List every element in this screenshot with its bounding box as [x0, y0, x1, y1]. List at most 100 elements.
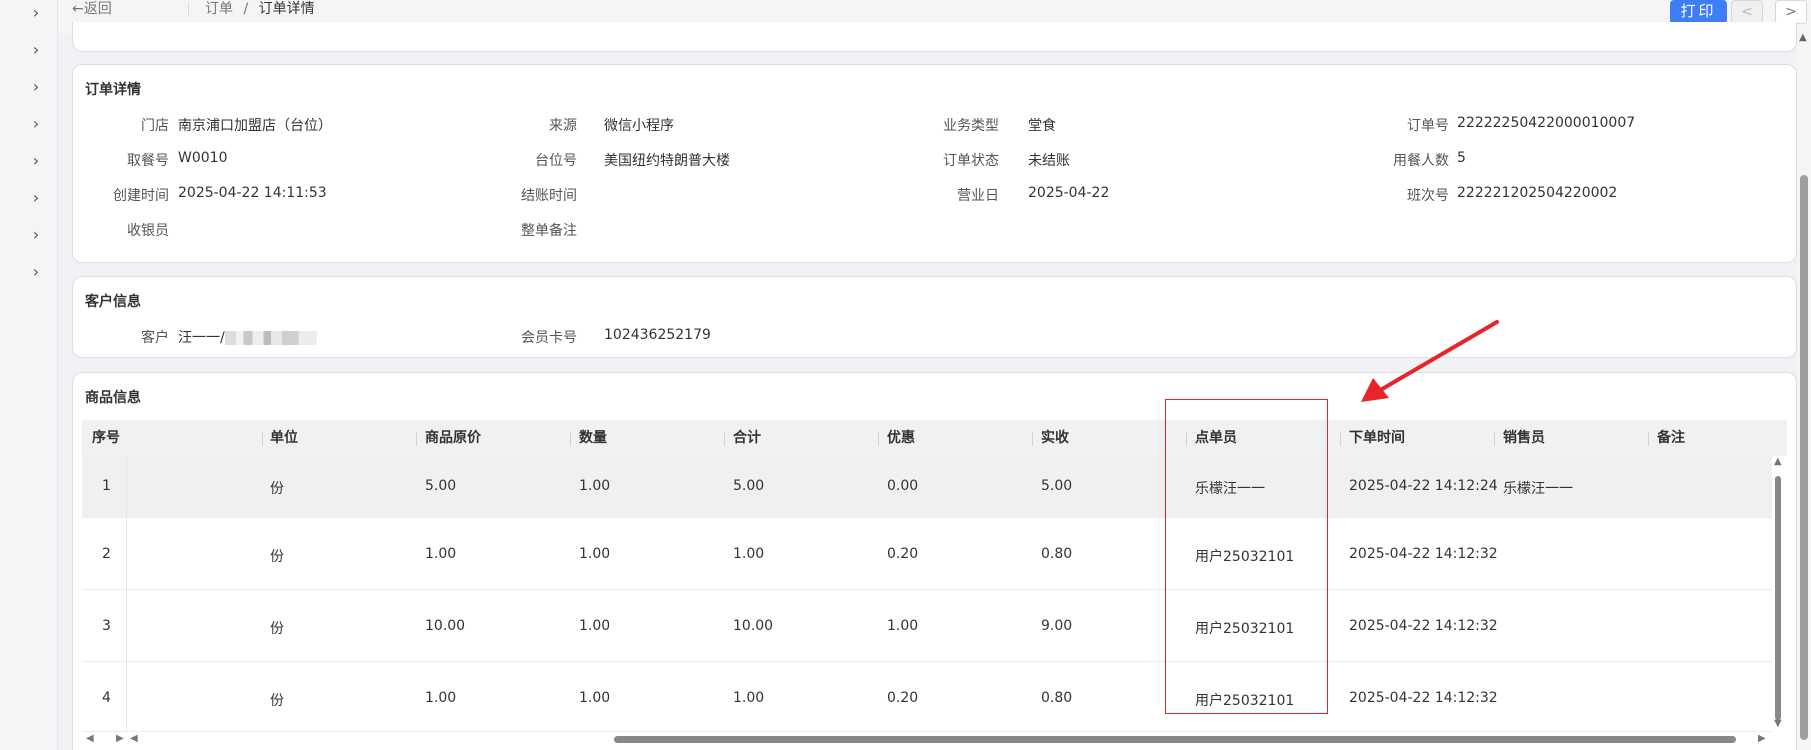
business-day-value: 2025-04-22 — [1028, 185, 1110, 201]
customer-title: 客户信息 — [85, 294, 141, 310]
chevron-right-icon[interactable]: › — [28, 5, 44, 21]
cell-total: 5.00 — [733, 478, 765, 494]
cell-index: 2 — [102, 546, 111, 562]
table-row[interactable]: 1 份 5.00 1.00 5.00 0.00 5.00 乐檬汪一一 2025-… — [82, 456, 1772, 518]
cell-seller: 乐檬汪一一 — [1503, 481, 1573, 497]
shift-value: 222221202504220002 — [1457, 185, 1618, 201]
business-type-value: 堂食 — [1028, 118, 1056, 134]
table-row[interactable]: 2 份 1.00 1.00 1.00 0.20 0.80 用户25032101 … — [82, 518, 1772, 590]
scroll-left-icon[interactable]: ◀ — [130, 733, 138, 744]
cell-time: 2025-04-22 14:12:24 — [1349, 478, 1498, 494]
cell-qty: 1.00 — [579, 618, 611, 634]
store-value: 南京浦口加盟店（台位） — [178, 118, 332, 134]
column-header[interactable]: 实收 — [1041, 420, 1069, 456]
scroll-up-icon[interactable]: ▲ — [1799, 32, 1807, 43]
left-rail: › › › › › › › › — [0, 0, 58, 750]
business-day-label: 营业日 — [957, 188, 999, 204]
cell-price: 10.00 — [425, 618, 466, 634]
created-time-label: 创建时间 — [113, 188, 169, 204]
column-header[interactable]: 序号 — [92, 420, 120, 456]
arrow-left-icon: ← — [72, 1, 84, 17]
business-type-label: 业务类型 — [943, 118, 999, 134]
order-number-value: 22222250422000010007 — [1457, 115, 1636, 131]
cell-unit: 份 — [270, 621, 284, 637]
cell-index: 1 — [102, 478, 111, 494]
cell-discount: 0.20 — [887, 690, 919, 706]
breadcrumb: 订单 / 订单详情 — [205, 0, 315, 18]
next-button[interactable]: > — [1775, 0, 1807, 24]
divider — [188, 2, 189, 16]
diners-value: 5 — [1457, 150, 1466, 166]
table-header: 序号 单位 商品原价 数量 合计 优惠 实收 点单员 下单时间 销售员 备注 — [82, 420, 1787, 456]
column-divider — [1032, 432, 1033, 446]
chevron-right-icon[interactable]: › — [28, 153, 44, 169]
member-card-value: 102436252179 — [604, 327, 711, 343]
scroll-right-icon[interactable]: ▶ — [1758, 733, 1766, 744]
back-link[interactable]: ←返回 — [72, 0, 112, 18]
order-status-label: 订单状态 — [943, 153, 999, 169]
checkout-time-label: 结账时间 — [521, 188, 577, 204]
column-header[interactable]: 单位 — [270, 420, 298, 456]
table-vertical-scrollbar[interactable]: ▲ ▼ — [1772, 456, 1784, 730]
column-divider — [1494, 432, 1495, 446]
chevron-right-icon[interactable]: › — [28, 42, 44, 58]
cell-price: 5.00 — [425, 478, 457, 494]
scroll-down-icon[interactable]: ▼ — [1774, 718, 1782, 729]
cell-time: 2025-04-22 14:12:32 — [1349, 546, 1498, 562]
chevron-right-icon[interactable]: › — [28, 264, 44, 280]
order-details-title: 订单详情 — [85, 82, 141, 98]
column-divider — [878, 432, 879, 446]
column-header[interactable]: 商品原价 — [425, 420, 481, 456]
products-title: 商品信息 — [85, 390, 141, 406]
column-header[interactable]: 优惠 — [887, 420, 915, 456]
breadcrumb-parent[interactable]: 订单 — [205, 1, 233, 17]
scroll-right-icon[interactable]: ▶ — [116, 733, 124, 744]
chevron-right-icon[interactable]: › — [28, 79, 44, 95]
cell-price: 1.00 — [425, 690, 457, 706]
scroll-thumb[interactable] — [614, 736, 1736, 743]
scroll-thumb[interactable] — [1800, 175, 1808, 740]
highlight-box — [1165, 399, 1328, 714]
prev-button[interactable]: < — [1731, 0, 1763, 24]
table-value: 美国纽约特朗普大楼 — [604, 153, 730, 169]
cell-total: 1.00 — [733, 690, 765, 706]
page-vertical-scrollbar[interactable]: ▲ — [1797, 30, 1811, 750]
column-header[interactable]: 数量 — [579, 420, 607, 456]
table-row[interactable]: 3 份 10.00 1.00 10.00 1.00 9.00 用户2503210… — [82, 590, 1772, 662]
cell-qty: 1.00 — [579, 478, 611, 494]
column-header[interactable]: 下单时间 — [1349, 420, 1405, 456]
print-button[interactable]: 打印 — [1670, 0, 1727, 24]
table-horizontal-scrollbar[interactable]: ◀ ▶ ◀ ▶ — [82, 733, 1772, 745]
column-header[interactable]: 合计 — [733, 420, 761, 456]
scroll-up-icon[interactable]: ▲ — [1774, 456, 1782, 467]
cell-time: 2025-04-22 14:12:32 — [1349, 618, 1498, 634]
cell-index: 4 — [102, 690, 111, 706]
pickup-label: 取餐号 — [127, 153, 169, 169]
chevron-right-icon[interactable]: › — [28, 227, 44, 243]
member-card-label: 会员卡号 — [521, 330, 577, 346]
source-value: 微信小程序 — [604, 118, 674, 134]
cell-paid: 9.00 — [1041, 618, 1073, 634]
column-divider — [416, 432, 417, 446]
pickup-value: W0010 — [178, 150, 228, 166]
cell-discount: 1.00 — [887, 618, 919, 634]
chevron-right-icon[interactable]: › — [28, 116, 44, 132]
cell-qty: 1.00 — [579, 546, 611, 562]
cell-total: 10.00 — [733, 618, 774, 634]
cell-qty: 1.00 — [579, 690, 611, 706]
scroll-left-icon[interactable]: ◀ — [86, 733, 94, 744]
column-header[interactable]: 销售员 — [1503, 420, 1545, 456]
diners-label: 用餐人数 — [1393, 153, 1449, 169]
order-details-card: 订单详情 门店 南京浦口加盟店（台位） 来源 微信小程序 业务类型 堂食 订单号… — [72, 64, 1797, 263]
column-divider — [1340, 432, 1341, 446]
breadcrumb-current: 订单详情 — [258, 1, 315, 17]
scroll-thumb[interactable] — [1775, 476, 1781, 720]
column-divider — [262, 432, 263, 446]
table-row[interactable]: 4 份 1.00 1.00 1.00 0.20 0.80 用户25032101 … — [82, 662, 1772, 732]
cell-time: 2025-04-22 14:12:32 — [1349, 690, 1498, 706]
created-time-value: 2025-04-22 14:11:53 — [178, 185, 327, 201]
chevron-right-icon[interactable]: › — [28, 190, 44, 206]
column-header[interactable]: 备注 — [1657, 420, 1685, 456]
previous-card — [72, 22, 1797, 52]
cell-unit: 份 — [270, 693, 284, 709]
